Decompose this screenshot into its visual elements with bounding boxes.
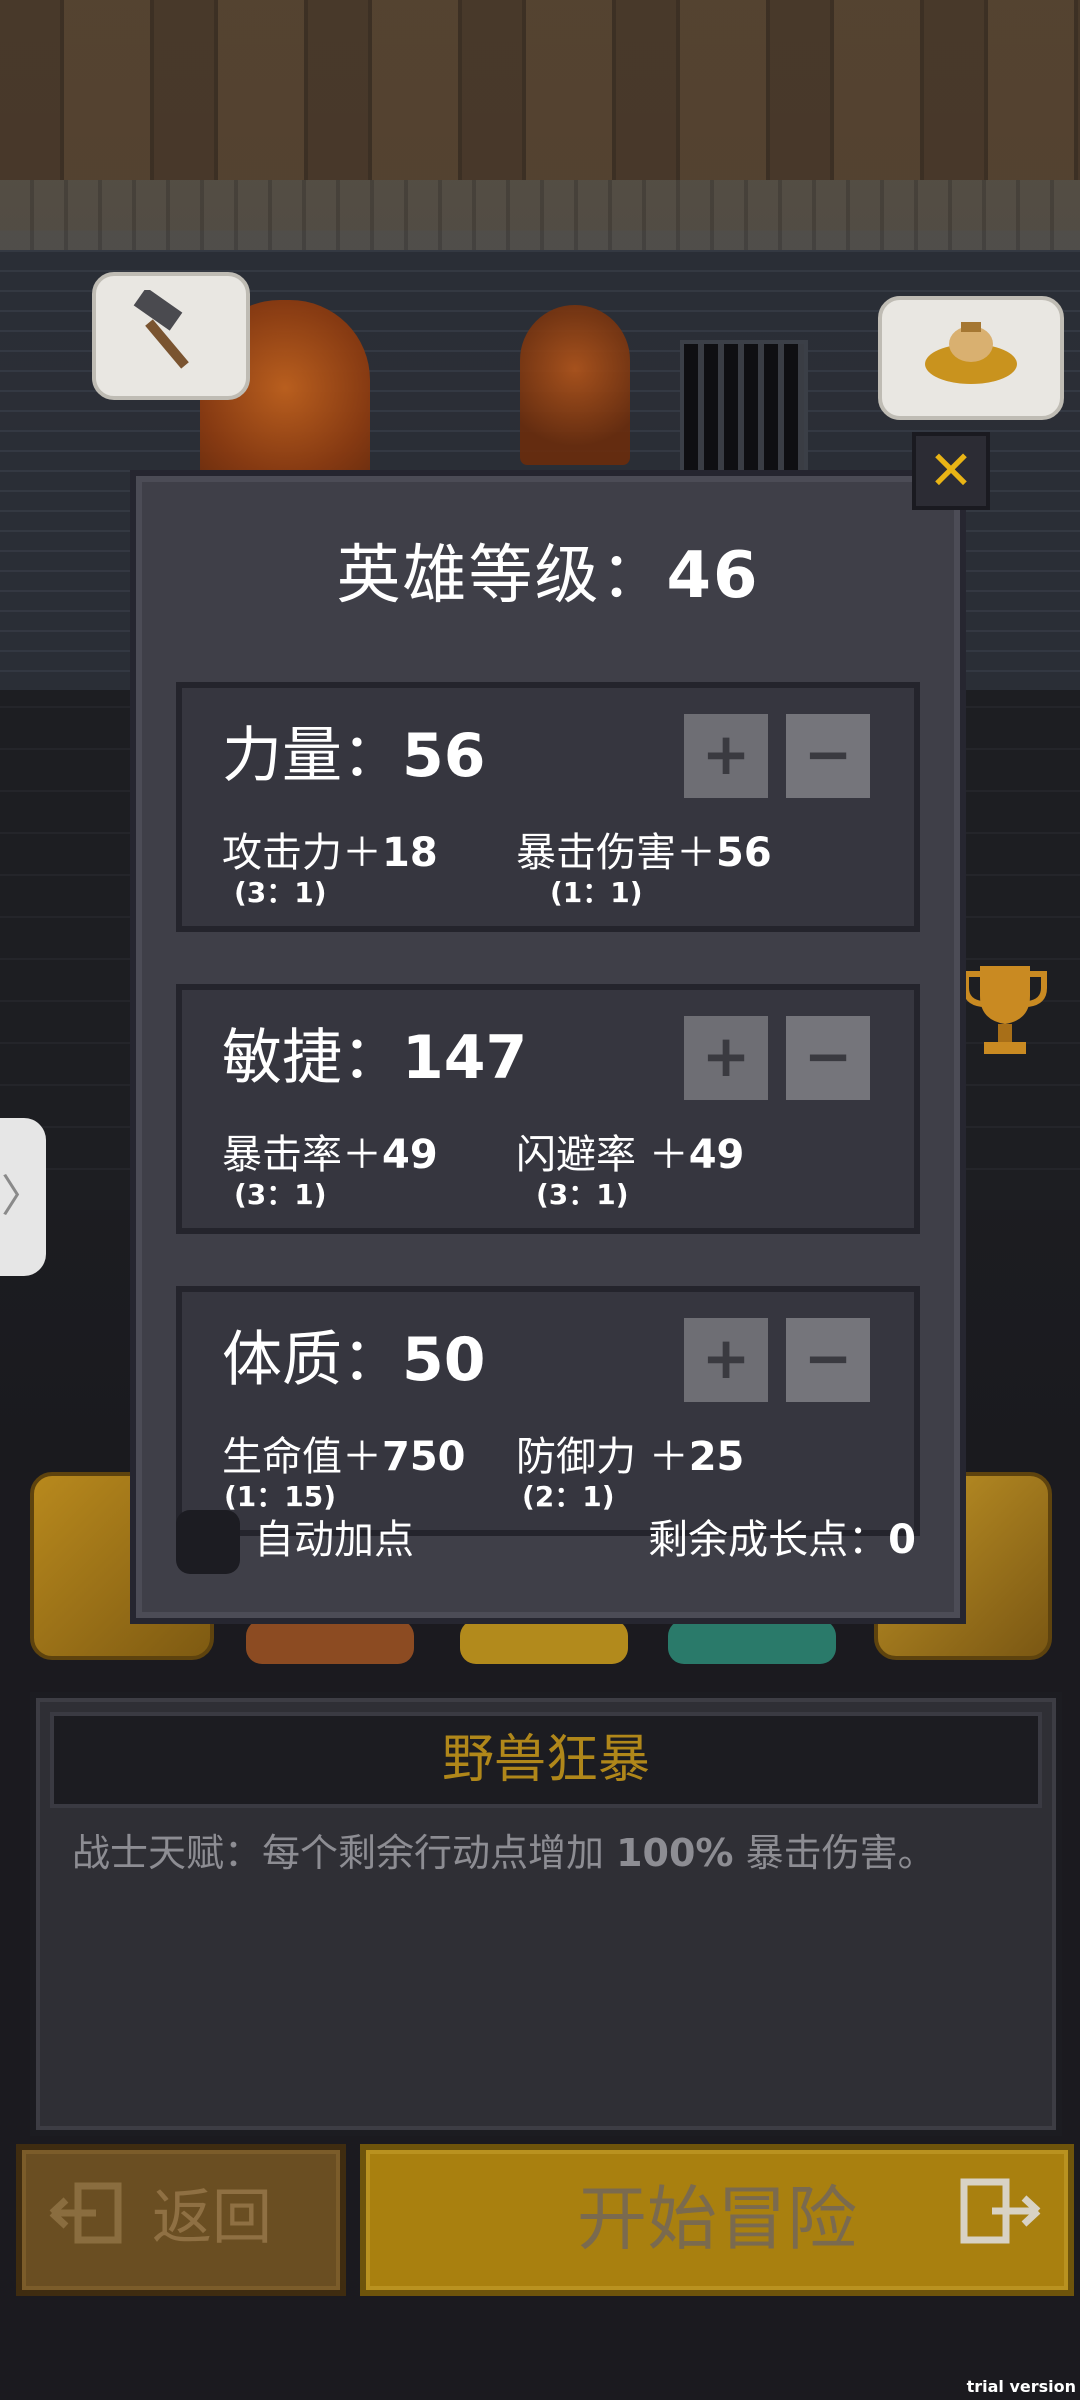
exit-right-icon	[958, 2174, 1044, 2267]
talent-desc-prefix: 战士天赋：每个剩余行动点增加	[72, 1831, 617, 1875]
talent-description: 战士天赋：每个剩余行动点增加 100% 暴击伤害。	[72, 1828, 1026, 1878]
bonus-value: 18	[382, 830, 438, 876]
remaining-points: 剩余成长点：0	[648, 1512, 916, 1568]
bonus-ratio: (3：1)	[234, 876, 327, 909]
stat-bonus: 生命值＋750	[222, 1432, 466, 1482]
inventory-slot[interactable]	[246, 1620, 414, 1664]
scene-roof	[0, 0, 1080, 180]
inventory-slot[interactable]	[460, 1620, 628, 1664]
bonus-value: 56	[716, 830, 772, 876]
close-dialog-button[interactable]: ✕	[912, 432, 990, 510]
hammer-icon	[96, 287, 246, 385]
bonus-ratio: (3：1)	[536, 1178, 629, 1211]
stat-card-strength: 力量：56 + − 攻击力＋18 (3：1) 暴击伤害＋56 (1：1)	[176, 682, 920, 932]
stat-value: 147	[402, 1023, 528, 1093]
agility-minus-button[interactable]: −	[786, 1016, 870, 1100]
hero-level-value: 46	[666, 539, 760, 613]
shop-bubble[interactable]	[878, 296, 1064, 420]
auto-allocate-label: 自动加点	[254, 1517, 414, 1563]
gold-bag-icon	[882, 314, 1060, 409]
hero-level-label: 英雄等级：	[336, 539, 667, 613]
talent-desc-suffix: 暴击伤害。	[733, 1831, 936, 1875]
remaining-points-value: 0	[888, 1517, 916, 1563]
stat-bonus: 暴击伤害＋56	[516, 828, 772, 878]
side-drawer-tab[interactable]: 〉	[0, 1118, 46, 1276]
close-icon: ✕	[928, 439, 974, 502]
bonus-label: 防御力 ＋	[516, 1434, 689, 1480]
talent-header: 野兽狂暴	[50, 1712, 1042, 1808]
stat-value: 50	[402, 1325, 486, 1395]
stat-name: 体质：	[222, 1325, 402, 1395]
exit-left-icon	[48, 2178, 128, 2263]
bonus-label: 闪避率 ＋	[516, 1132, 689, 1178]
hero-stats-dialog: 英雄等级：46 力量：56 + − 攻击力＋18 (3：1) 暴击伤害＋56 (…	[130, 470, 966, 1624]
chevron-right-icon: 〉	[1, 1171, 45, 1222]
stat-bonus: 闪避率 ＋49	[516, 1130, 744, 1180]
trophy-icon[interactable]	[956, 958, 1054, 1068]
strength-plus-button[interactable]: +	[684, 714, 768, 798]
stat-header: 敏捷：147	[222, 1018, 527, 1098]
trial-watermark: trial version	[966, 2377, 1076, 2396]
bonus-value: 25	[688, 1434, 745, 1480]
auto-allocate-row: 自动加点 剩余成长点：0	[176, 1506, 916, 1576]
stat-card-constitution: 体质：50 + − 生命值＋750 (1：15) 防御力 ＋25 (2：1)	[176, 1286, 920, 1536]
bonus-value: 750	[382, 1434, 466, 1480]
blacksmith-bubble[interactable]	[92, 272, 250, 400]
talent-title: 野兽狂暴	[441, 1730, 650, 1790]
auto-allocate-checkbox[interactable]	[176, 1510, 240, 1574]
stat-header: 力量：56	[222, 716, 486, 796]
stat-card-agility: 敏捷：147 + − 暴击率＋49 (3：1) 闪避率 ＋49 (3：1)	[176, 984, 920, 1234]
stat-name: 敏捷：	[222, 1023, 402, 1093]
constitution-minus-button[interactable]: −	[786, 1318, 870, 1402]
scene-roof-trim	[0, 180, 1080, 250]
inventory-slot[interactable]	[668, 1620, 836, 1664]
stat-value: 56	[402, 721, 486, 791]
stat-header: 体质：50	[222, 1320, 486, 1400]
remaining-points-label: 剩余成长点：	[648, 1517, 889, 1563]
strength-minus-button[interactable]: −	[786, 714, 870, 798]
bonus-label: 暴击伤害＋	[516, 830, 716, 876]
stat-bonus: 暴击率＋49	[222, 1130, 438, 1180]
bonus-label: 攻击力＋	[222, 830, 382, 876]
bonus-ratio: (3：1)	[234, 1178, 327, 1211]
bonus-value: 49	[688, 1132, 745, 1178]
start-adventure-button[interactable]: 开始冒险	[360, 2144, 1074, 2296]
scene-barred-window	[680, 340, 808, 478]
bonus-value: 49	[382, 1132, 438, 1178]
bonus-label: 生命值＋	[222, 1434, 382, 1480]
bonus-ratio: (1：1)	[550, 876, 643, 909]
stat-bonus: 防御力 ＋25	[516, 1432, 744, 1482]
talent-panel: 野兽狂暴 战士天赋：每个剩余行动点增加 100% 暴击伤害。	[30, 1692, 1062, 2136]
back-button[interactable]: 返回	[16, 2144, 346, 2296]
talent-desc-highlight: 100%	[616, 1831, 734, 1875]
hooded-figure	[520, 305, 630, 465]
agility-plus-button[interactable]: +	[684, 1016, 768, 1100]
stat-bonus: 攻击力＋18	[222, 828, 438, 878]
back-label: 返回	[152, 2183, 272, 2253]
stat-name: 力量：	[222, 721, 402, 791]
constitution-plus-button[interactable]: +	[684, 1318, 768, 1402]
hero-level-title: 英雄等级：46	[136, 536, 960, 616]
bonus-label: 暴击率＋	[222, 1132, 382, 1178]
